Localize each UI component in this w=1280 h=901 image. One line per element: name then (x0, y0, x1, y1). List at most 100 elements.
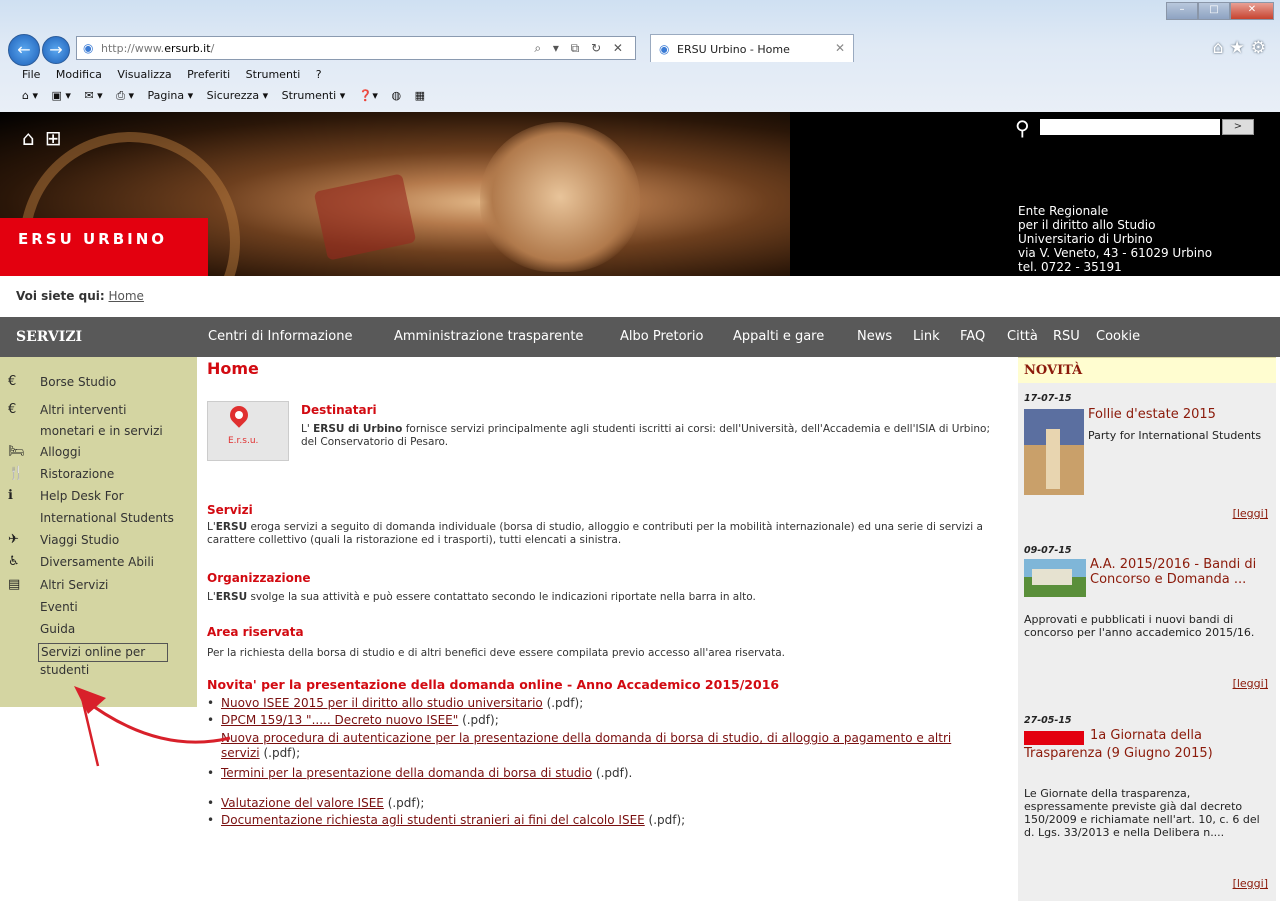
nav-rsu[interactable]: RSU (1053, 329, 1080, 344)
sidebar-item-label: Altri interventi (40, 403, 127, 417)
read-more-link[interactable]: [leggi] (1233, 507, 1268, 520)
paragraph-area-riservata: Per la richiesta della borsa di studio e… (207, 647, 786, 659)
map-label: E.r.s.u. (228, 436, 259, 446)
doc-link[interactable]: Documentazione richiesta agli studenti s… (221, 813, 645, 827)
hp-icon[interactable]: ◍ (391, 89, 401, 102)
sidebar-item-label: Eventi (40, 600, 78, 614)
search-button[interactable]: > (1222, 119, 1254, 135)
menu-preferiti[interactable]: Preferiti (187, 68, 230, 81)
nav-centri-informazione[interactable]: Centri di Informazione (208, 329, 352, 344)
sidebar-item-label: Guida (40, 622, 76, 636)
doc-link[interactable]: Termini per la presentazione della doman… (221, 766, 592, 780)
paragraph-destinatari: L' ERSU di Urbino fornisce servizi princ… (301, 423, 990, 448)
sidebar-item-label: Altri Servizi (40, 578, 109, 592)
news-headline-link[interactable]: A.A. 2015/2016 - Bandi di Concorso e Dom… (1090, 557, 1274, 587)
news-thumbnail-building[interactable] (1024, 559, 1086, 597)
sidebar: SERVIZI € Borse Studio € Altri interventi … (0, 317, 197, 707)
news-column: NOVITÀ 17-07-15 Follie d'estate 2015 Par… (1018, 357, 1276, 901)
heading-area-riservata: Area riservata (207, 625, 304, 639)
browser-tab[interactable]: ◉ ERSU Urbino - Home ✕ (650, 34, 854, 62)
heading-organizzazione: Organizzazione (207, 571, 311, 585)
read-more-link[interactable]: [leggi] (1233, 677, 1268, 690)
home-icon[interactable]: ⌂ (1213, 38, 1230, 58)
nav-appalti-gare[interactable]: Appalti e gare (733, 329, 824, 344)
window-controls: – □ ✕ (1166, 2, 1274, 20)
sidebar-item-label: monetari e in servizi (40, 424, 163, 438)
doc-link[interactable]: Valutazione del valore ISEE (221, 796, 384, 810)
brand-text: ERSU URBINO (18, 230, 168, 248)
sitemap-icon[interactable]: ⊞ (45, 126, 62, 150)
info-line: Universitario di Urbino (1018, 232, 1153, 246)
news-title: NOVITÀ (1018, 357, 1276, 383)
breadcrumb-home-link[interactable]: Home (109, 289, 144, 303)
sidebar-item-label: Diversamente Abili (40, 555, 155, 569)
map-thumbnail[interactable]: E.r.s.u. (207, 401, 289, 461)
map-pin-icon (226, 402, 252, 428)
news-thumbnail-poster[interactable] (1024, 409, 1084, 495)
tab-close-icon[interactable]: ✕ (835, 41, 845, 55)
help-icon[interactable]: ❓▾ (359, 89, 378, 102)
header-icons: ⌂ ⊞ (22, 126, 71, 150)
feeds-icon[interactable]: ▣ ▾ (52, 89, 71, 102)
menu-file[interactable]: File (22, 68, 40, 81)
document-icon: ▤ (8, 577, 21, 592)
doc-link[interactable]: Nuova procedura di autenticazione per la… (221, 731, 951, 760)
home-page-icon[interactable]: ⌂ ▾ (22, 89, 38, 102)
maximize-icon[interactable]: □ (1198, 2, 1230, 20)
research-icon[interactable]: ▦ (415, 89, 425, 102)
home-icon[interactable]: ⌂ (22, 126, 35, 150)
news-summary: Approvati e pubblicati i nuovi bandi di … (1024, 613, 1255, 639)
paragraph-organizzazione: L'ERSU svolge la sua attività e può esse… (207, 591, 756, 603)
nav-cookie[interactable]: Cookie (1096, 329, 1140, 344)
nav-amministrazione-trasparente[interactable]: Amministrazione trasparente (394, 329, 583, 344)
doc-link[interactable]: Nuovo ISEE 2015 per il diritto allo stud… (221, 696, 543, 710)
menu-strumenti[interactable]: Strumenti (246, 68, 301, 81)
info-line: per il diritto allo Studio (1018, 218, 1156, 232)
news-date: 17-07-15 (1024, 393, 1072, 404)
mail-icon[interactable]: ✉ ▾ (84, 89, 102, 102)
address-controls[interactable]: ⌕ ▾ ⧉ ↻ ✕ (534, 41, 627, 56)
read-more-link[interactable]: [leggi] (1233, 877, 1268, 890)
search-input[interactable] (1040, 119, 1220, 135)
menu-visualizza[interactable]: Visualizza (117, 68, 171, 81)
minimize-icon[interactable]: – (1166, 2, 1198, 20)
news-headline-link[interactable]: Follie d'estate 2015 (1088, 407, 1273, 422)
nav-news[interactable]: News (857, 329, 892, 344)
nav-albo-pretorio[interactable]: Albo Pretorio (620, 329, 703, 344)
close-window-icon[interactable]: ✕ (1230, 2, 1274, 20)
nav-link[interactable]: Link (913, 329, 940, 344)
top-navigation: Centri di Informazione Amministrazione t… (197, 317, 1280, 357)
info-icon: ℹ (8, 488, 13, 503)
toolbar-icons: ⌂★⚙ (1213, 38, 1272, 58)
page-title: Home (207, 359, 259, 378)
address-bar[interactable]: ◉ http://www.ersurb.it/ ⌕ ▾ ⧉ ↻ ✕ (76, 36, 636, 60)
area-riservata-link[interactable]: accesso all'area riservata (648, 647, 782, 659)
sidebar-title: SERVIZI (0, 317, 197, 357)
back-button[interactable]: ← (8, 34, 40, 66)
tab-title: ERSU Urbino - Home (677, 43, 790, 56)
nav-faq[interactable]: FAQ (960, 329, 985, 344)
menu-modifica[interactable]: Modifica (56, 68, 102, 81)
paragraph-servizi: L'ERSU eroga servizi a seguito di domand… (207, 521, 983, 546)
nav-citta[interactable]: Città (1007, 329, 1038, 344)
command-sicurezza[interactable]: Sicurezza ▾ (207, 89, 268, 102)
news-headline-link[interactable]: 1a Giornata della Trasparenza (9 Giugno … (1024, 727, 1269, 763)
sidebar-item-label: Borse Studio (40, 375, 117, 389)
settings-gear-icon[interactable]: ⚙ (1251, 38, 1272, 58)
menu-help[interactable]: ? (316, 68, 322, 81)
command-pagina[interactable]: Pagina ▾ (148, 89, 194, 102)
euro-icon: € (8, 402, 17, 417)
forward-button[interactable]: → (42, 36, 70, 64)
brand-logo[interactable]: ERSU URBINO (0, 218, 208, 276)
site-header: ⌂ ⊞ ERSU URBINO ⚲ > Ente Regionale per il… (0, 112, 1280, 276)
info-line: Ente Regionale (1018, 204, 1109, 218)
command-strumenti[interactable]: Strumenti ▾ (282, 89, 346, 102)
print-icon[interactable]: ⎙ ▾ (116, 89, 134, 102)
doc-link[interactable]: DPCM 159/13 "..... Decreto nuovo ISEE" (221, 713, 458, 727)
euro-icon: € (8, 374, 17, 389)
sidebar-item-label: International Students (40, 511, 174, 525)
wheelchair-icon: ♿ (8, 554, 20, 569)
heading-novita-domanda: Novita' per la presentazione della doman… (207, 677, 780, 692)
command-bar: ⌂ ▾ ▣ ▾ ✉ ▾ ⎙ ▾ Pagina ▾ Sicurezza ▾ Str… (22, 89, 435, 103)
favorites-star-icon[interactable]: ★ (1230, 38, 1251, 58)
